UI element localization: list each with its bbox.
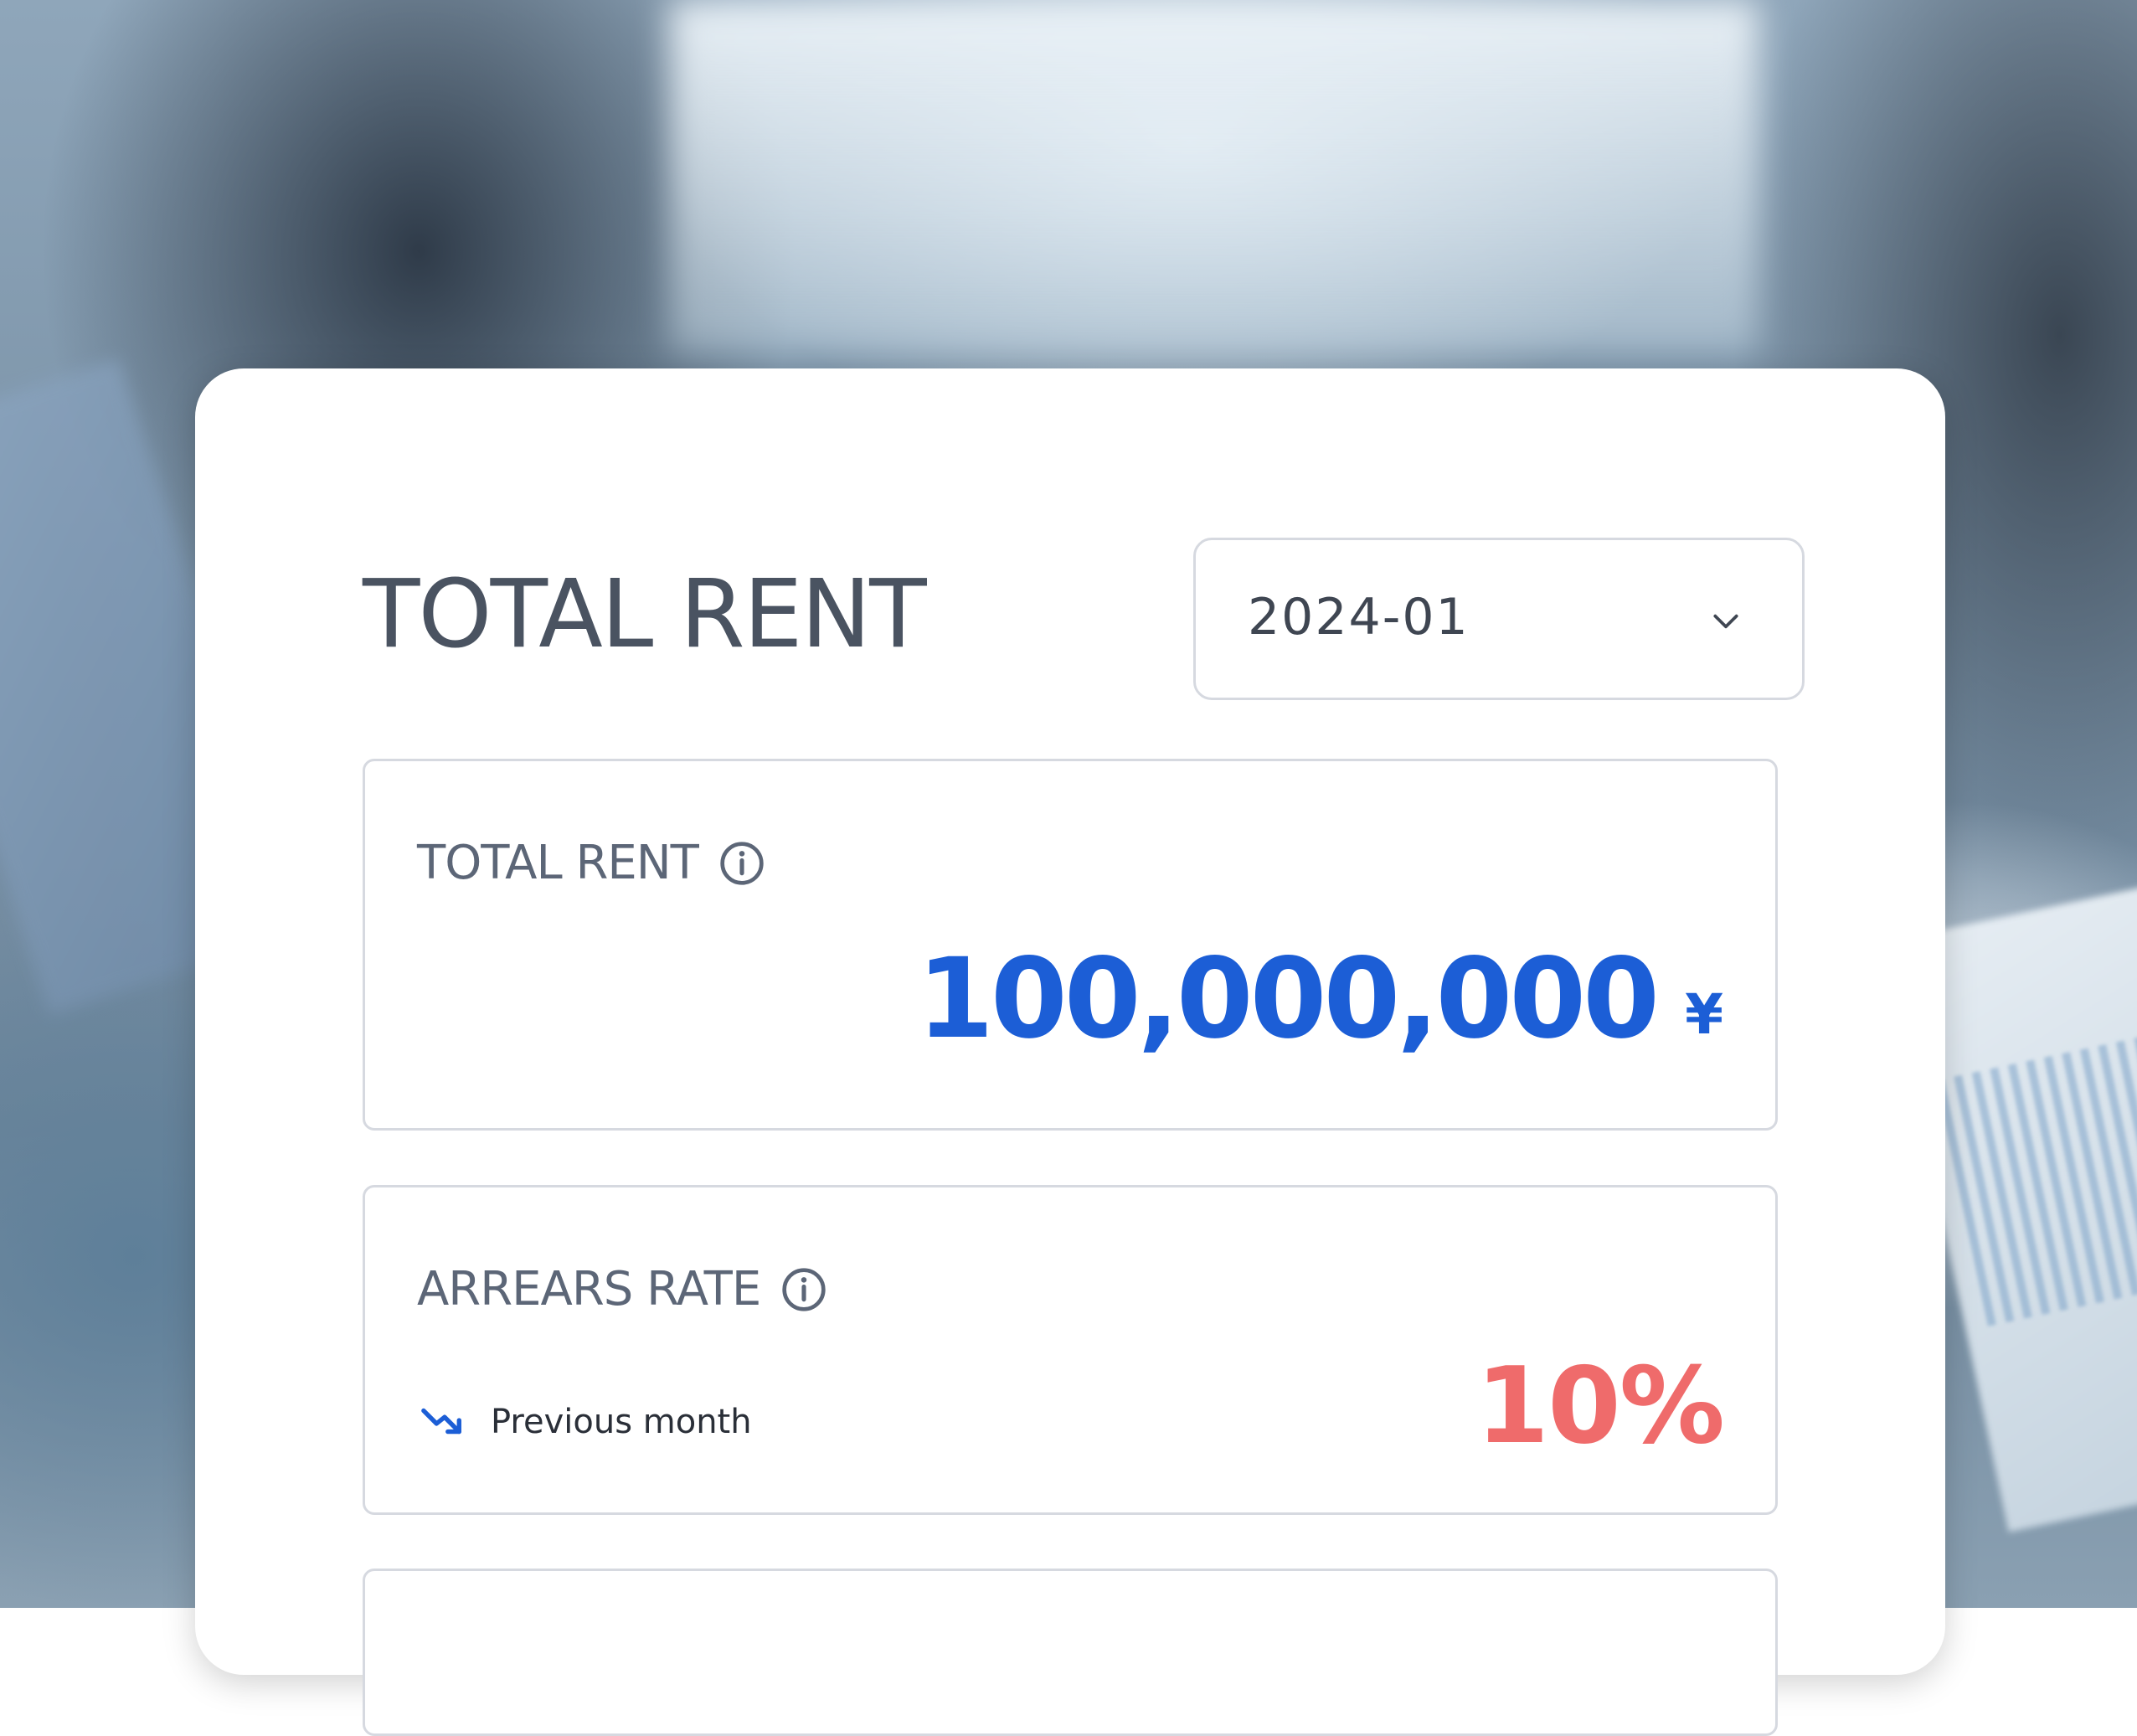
arrears-rate-label-row: ARREARS RATE xyxy=(417,1266,827,1313)
total-rent-currency: ¥ xyxy=(1685,982,1723,1047)
total-rent-label-row: TOTAL RENT xyxy=(417,840,765,887)
total-rent-amount: 100,000,000 xyxy=(917,935,1660,1064)
arrears-rate-value: 10% xyxy=(1475,1344,1725,1467)
period-select-value: 2024-01 xyxy=(1248,588,1470,646)
page-title: TOTAL RENT xyxy=(363,560,927,669)
arrears-trend: Previous month xyxy=(420,1405,752,1439)
arrears-trend-label: Previous month xyxy=(491,1403,752,1441)
background-window xyxy=(670,0,1759,352)
info-icon[interactable] xyxy=(718,840,765,887)
period-select[interactable]: 2024-01 xyxy=(1193,538,1805,700)
chevron-down-icon xyxy=(1713,614,1738,629)
additional-stat-card xyxy=(363,1569,1778,1736)
rent-summary-card: TOTAL RENT 2024-01 TOTAL RENT 100,000,00… xyxy=(195,368,1945,1736)
info-icon[interactable] xyxy=(780,1266,827,1313)
arrears-rate-label: ARREARS RATE xyxy=(417,1262,761,1316)
total-rent-stat: TOTAL RENT 100,000,000 ¥ xyxy=(363,759,1778,1131)
arrears-rate-stat: ARREARS RATE Previous month 10% xyxy=(363,1185,1778,1515)
total-rent-label: TOTAL RENT xyxy=(417,836,699,890)
trending-down-icon xyxy=(421,1408,461,1435)
